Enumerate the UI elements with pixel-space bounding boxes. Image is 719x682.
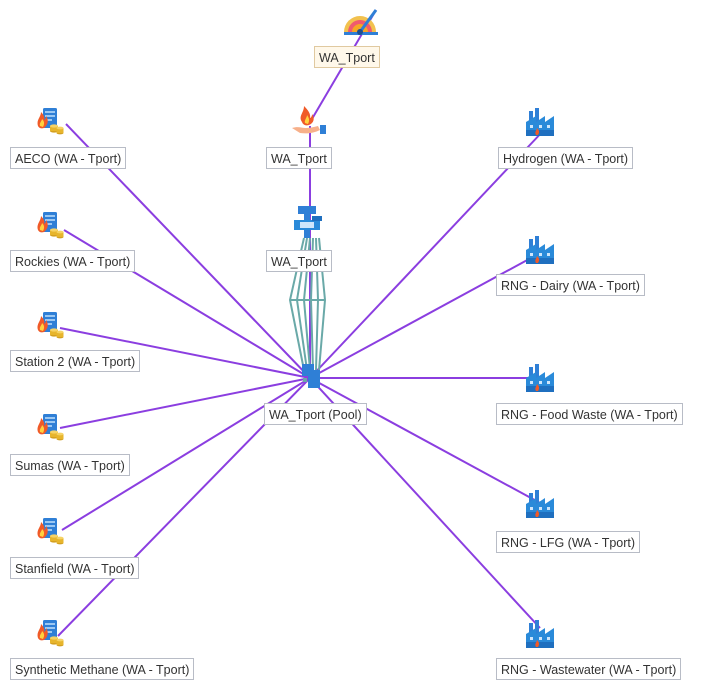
gas-supply-coins-icon bbox=[37, 312, 64, 339]
node-label-station2[interactable]: Station 2 (WA - Tport) bbox=[10, 350, 141, 372]
gas-supply-coins-icon bbox=[37, 108, 64, 135]
factory-icon bbox=[526, 364, 554, 392]
gas-supply-coins-icon bbox=[37, 414, 64, 441]
storage-valve-icon bbox=[294, 206, 322, 238]
node-label-synthetic[interactable]: Synthetic Methane (WA - Tport) bbox=[10, 658, 195, 680]
node-label-rng-lfg[interactable]: RNG - LFG (WA - Tport) bbox=[496, 531, 641, 553]
node-label-tport-top[interactable]: WA_Tport bbox=[314, 46, 380, 68]
factory-icon bbox=[526, 236, 554, 264]
node-label-tport-storage[interactable]: WA_Tport bbox=[266, 250, 332, 272]
node-label-pool[interactable]: WA_Tport (Pool) bbox=[264, 403, 367, 425]
node-label-rng-food[interactable]: RNG - Food Waste (WA - Tport) bbox=[496, 403, 683, 425]
node-label-rng-wastewater[interactable]: RNG - Wastewater (WA - Tport) bbox=[496, 658, 682, 680]
node-label-aeco[interactable]: AECO (WA - Tport) bbox=[10, 147, 127, 169]
factory-icon bbox=[526, 490, 554, 518]
node-label-rockies[interactable]: Rockies (WA - Tport) bbox=[10, 250, 136, 272]
node-label-sumas[interactable]: Sumas (WA - Tport) bbox=[10, 454, 130, 476]
node-label-rng-dairy[interactable]: RNG - Dairy (WA - Tport) bbox=[496, 274, 645, 296]
edge-rng-lfg-to-pool bbox=[309, 377, 543, 505]
node-label-tport-demand[interactable]: WA_Tport bbox=[266, 147, 332, 169]
node-label-hydrogen[interactable]: Hydrogen (WA - Tport) bbox=[498, 147, 634, 169]
node-label-stanfield[interactable]: Stanfield (WA - Tport) bbox=[10, 557, 140, 579]
factory-icon bbox=[526, 108, 554, 136]
gauge-icon bbox=[344, 9, 378, 35]
gas-supply-coins-icon bbox=[37, 518, 64, 545]
edge-rng-dairy-to-pool bbox=[309, 251, 543, 379]
gas-supply-coins-icon bbox=[37, 212, 64, 239]
flame-hand-icon bbox=[292, 106, 326, 134]
factory-icon bbox=[526, 620, 554, 648]
